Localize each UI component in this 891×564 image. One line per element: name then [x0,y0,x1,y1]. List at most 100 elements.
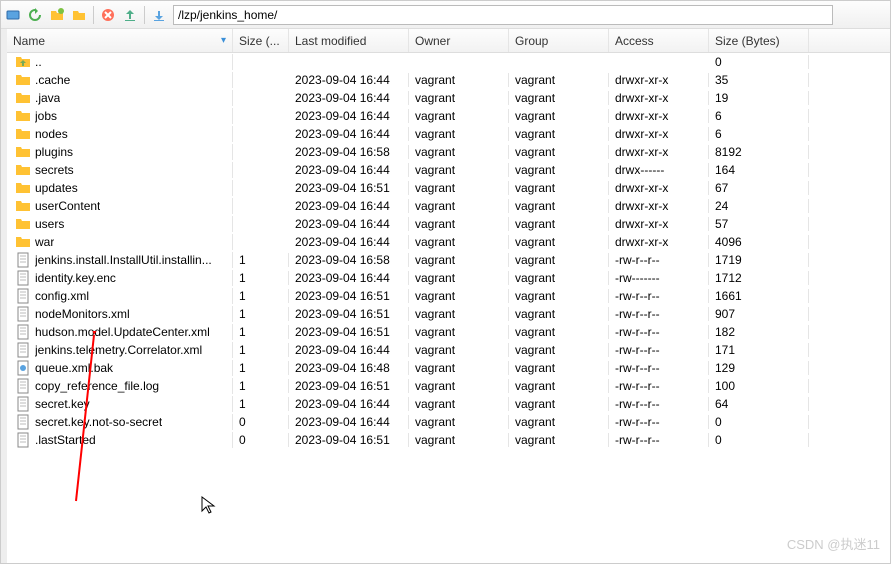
col-header-size[interactable]: Size (... [233,29,289,52]
cell-size: 1 [233,271,289,285]
table-row[interactable]: copy_reference_file.log12023-09-04 16:51… [7,377,890,395]
cell-size: 1 [233,397,289,411]
upload-icon[interactable] [122,7,138,23]
table-row[interactable]: jobs2023-09-04 16:44vagrantvagrantdrwxr-… [7,107,890,125]
cell-owner: vagrant [409,253,509,267]
cell-access: -rw-r--r-- [609,379,709,393]
col-header-name[interactable]: Name▾ [7,29,233,52]
cell-access: -rw-r--r-- [609,361,709,375]
delete-icon[interactable] [100,7,116,23]
cell-owner: vagrant [409,343,509,357]
cell-bytes: 182 [709,325,809,339]
cell-group: vagrant [509,325,609,339]
folder-icon [15,144,31,160]
table-row[interactable]: hudson.model.UpdateCenter.xml12023-09-04… [7,323,890,341]
cell-group: vagrant [509,415,609,429]
refresh-icon[interactable] [27,7,43,23]
cell-access: drwxr-xr-x [609,199,709,213]
cell-bytes: 0 [709,433,809,447]
cell-owner: vagrant [409,127,509,141]
cell-group: vagrant [509,307,609,321]
table-row[interactable]: updates2023-09-04 16:51vagrantvagrantdrw… [7,179,890,197]
file-name: nodeMonitors.xml [35,307,130,321]
col-header-bytes[interactable]: Size (Bytes) [709,29,809,52]
col-header-access[interactable]: Access [609,29,709,52]
table-row[interactable]: userContent2023-09-04 16:44vagrantvagran… [7,197,890,215]
folder-icon[interactable] [71,7,87,23]
cell-group: vagrant [509,163,609,177]
cell-group: vagrant [509,235,609,249]
folder-icon [15,234,31,250]
cell-access: -rw-r--r-- [609,397,709,411]
cell-group: vagrant [509,127,609,141]
table-row[interactable]: jenkins.telemetry.Correlator.xml12023-09… [7,341,890,359]
col-header-owner[interactable]: Owner [409,29,509,52]
cell-bytes: 0 [709,415,809,429]
file-name: userContent [35,199,100,213]
table-row[interactable]: users2023-09-04 16:44vagrantvagrantdrwxr… [7,215,890,233]
cell-group: vagrant [509,199,609,213]
table-row[interactable]: secrets2023-09-04 16:44vagrantvagrantdrw… [7,161,890,179]
cell-group: vagrant [509,343,609,357]
cell-modified: 2023-09-04 16:44 [289,163,409,177]
cell-modified: 2023-09-04 16:44 [289,343,409,357]
path-input[interactable] [173,5,833,25]
cell-owner: vagrant [409,415,509,429]
cell-size: 1 [233,379,289,393]
cell-bytes: 6 [709,109,809,123]
col-header-group[interactable]: Group [509,29,609,52]
file-name: hudson.model.UpdateCenter.xml [35,325,210,339]
table-row[interactable]: jenkins.install.InstallUtil.installin...… [7,251,890,269]
table-row[interactable]: secret.key12023-09-04 16:44vagrantvagran… [7,395,890,413]
file-name: config.xml [35,289,89,303]
parent-dir-row[interactable]: ..0 [7,53,890,71]
folder-icon [15,108,31,124]
cell-owner: vagrant [409,379,509,393]
cell-owner: vagrant [409,217,509,231]
cell-modified: 2023-09-04 16:51 [289,325,409,339]
cell-owner: vagrant [409,91,509,105]
cell-bytes: 907 [709,307,809,321]
cell-size: 0 [233,415,289,429]
file-name: jenkins.telemetry.Correlator.xml [35,343,202,357]
table-row[interactable]: queue.xml.bak12023-09-04 16:48vagrantvag… [7,359,890,377]
table-row[interactable]: war2023-09-04 16:44vagrantvagrantdrwxr-x… [7,233,890,251]
cell-access: drwx------ [609,163,709,177]
cell-owner: vagrant [409,73,509,87]
cell-bytes: 57 [709,217,809,231]
cell-group: vagrant [509,289,609,303]
cell-modified: 2023-09-04 16:48 [289,361,409,375]
cell-bytes: 19 [709,91,809,105]
cell-owner: vagrant [409,289,509,303]
table-row[interactable]: plugins2023-09-04 16:58vagrantvagrantdrw… [7,143,890,161]
table-row[interactable]: nodeMonitors.xml12023-09-04 16:51vagrant… [7,305,890,323]
cell-modified: 2023-09-04 16:44 [289,199,409,213]
cell-modified: 2023-09-04 16:51 [289,379,409,393]
table-row[interactable]: secret.key.not-so-secret02023-09-04 16:4… [7,413,890,431]
cell-size: 0 [233,433,289,447]
cell-modified: 2023-09-04 16:58 [289,253,409,267]
download-icon[interactable] [151,7,167,23]
table-row[interactable]: identity.key.enc12023-09-04 16:44vagrant… [7,269,890,287]
cell-owner: vagrant [409,397,509,411]
table-row[interactable]: config.xml12023-09-04 16:51vagrantvagran… [7,287,890,305]
file-icon [15,252,31,268]
cell-access: drwxr-xr-x [609,181,709,195]
cell-owner: vagrant [409,199,509,213]
table-row[interactable]: .java2023-09-04 16:44vagrantvagrantdrwxr… [7,89,890,107]
tool-icon-1[interactable] [5,7,21,23]
cell-access: drwxr-xr-x [609,91,709,105]
cell-bytes: 6 [709,127,809,141]
cell-size: 1 [233,361,289,375]
cell-access: -rw-r--r-- [609,415,709,429]
file-rows: ..0.cache2023-09-04 16:44vagrantvagrantd… [7,53,890,449]
separator [93,6,94,24]
table-row[interactable]: .cache2023-09-04 16:44vagrantvagrantdrwx… [7,71,890,89]
file-icon [15,378,31,394]
new-folder-icon[interactable] [49,7,65,23]
table-row[interactable]: nodes2023-09-04 16:44vagrantvagrantdrwxr… [7,125,890,143]
cell-bytes: 1661 [709,289,809,303]
cell-group: vagrant [509,271,609,285]
table-row[interactable]: .lastStarted02023-09-04 16:51vagrantvagr… [7,431,890,449]
col-header-modified[interactable]: Last modified [289,29,409,52]
